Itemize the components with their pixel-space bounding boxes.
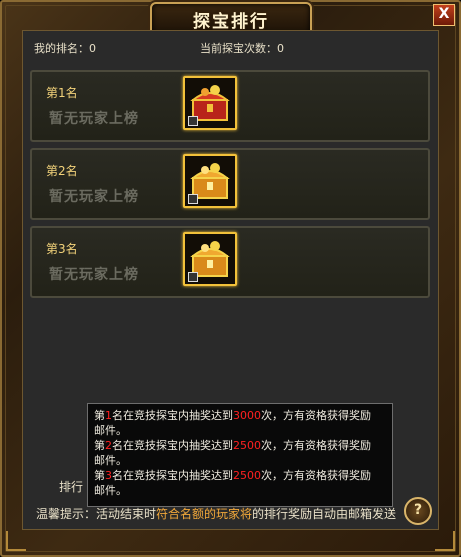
tooltip-line: 第3名在竞技探宝内抽奖达到2500次，方有资格获得奖励 bbox=[94, 469, 371, 482]
my-rank-label: 我的排名： bbox=[34, 42, 89, 55]
corner-ornament bbox=[435, 531, 455, 551]
tooltip-line: 邮件。 bbox=[94, 454, 127, 467]
rank-empty-text: 暂无玩家上榜 bbox=[49, 189, 139, 205]
reward-rules-tooltip: 第1名在竞技探宝内抽奖达到3000次，方有资格获得奖励 邮件。 第2名在竞技探宝… bbox=[87, 403, 393, 507]
rank-card-2: 第2名 暂无玩家上榜 bbox=[30, 148, 430, 220]
lock-icon bbox=[188, 116, 198, 126]
window-title: 探宝排行 bbox=[193, 11, 269, 32]
treasure-count-label: 当前探宝次数： bbox=[200, 42, 277, 55]
tooltip-line: 第1名在竞技探宝内抽奖达到3000次，方有资格获得奖励 bbox=[94, 409, 371, 422]
hint-text: 温馨提示：活动结束时符合名额的玩家将的排行奖励自动由邮箱发送 bbox=[36, 505, 396, 522]
rank-empty-text: 暂无玩家上榜 bbox=[49, 111, 139, 127]
tooltip-line: 邮件。 bbox=[94, 484, 127, 497]
hint-part-c: 的排行奖励自动由邮箱发送 bbox=[252, 507, 397, 521]
tooltip-line: 邮件。 bbox=[94, 424, 127, 437]
hint-prefix: 温馨提示： bbox=[36, 507, 97, 521]
corner-ornament bbox=[6, 531, 26, 551]
rank-card-1: 第1名 暂无玩家上榜 bbox=[30, 70, 430, 142]
my-rank-value: 0 bbox=[89, 42, 96, 55]
close-button[interactable]: X bbox=[433, 4, 455, 26]
lock-icon bbox=[188, 194, 198, 204]
help-button[interactable]: ? bbox=[404, 497, 432, 525]
my-rank: 我的排名：0 bbox=[34, 40, 96, 56]
red-treasure-chest-icon[interactable] bbox=[183, 76, 237, 130]
rank-empty-text: 暂无玩家上榜 bbox=[49, 267, 139, 283]
rank-label: 第1名 bbox=[46, 86, 78, 100]
lock-icon bbox=[188, 272, 198, 282]
treasure-count: 当前探宝次数：0 bbox=[200, 40, 284, 56]
hint-part-b: 符合名额的玩家将 bbox=[156, 507, 253, 521]
hint-part-a: 活动结束时 bbox=[96, 507, 157, 521]
gold-treasure-chest-icon[interactable] bbox=[183, 232, 237, 286]
tooltip-line: 第2名在竞技探宝内抽奖达到2500次，方有资格获得奖励 bbox=[94, 439, 371, 452]
rank-label: 第3名 bbox=[46, 242, 78, 256]
gold-treasure-chest-icon[interactable] bbox=[183, 154, 237, 208]
ranking-footer-label: 排行 bbox=[59, 480, 84, 494]
treasure-count-value: 0 bbox=[277, 42, 284, 55]
rank-label: 第2名 bbox=[46, 164, 78, 178]
rank-card-3: 第3名 暂无玩家上榜 bbox=[30, 226, 430, 298]
